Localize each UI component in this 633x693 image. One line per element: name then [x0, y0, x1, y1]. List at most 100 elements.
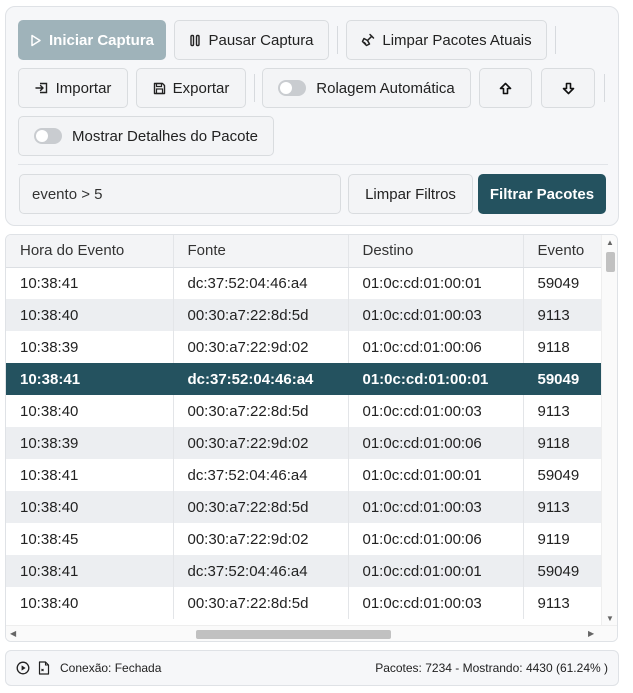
cell-source: dc:37:52:04:46:a4 [173, 555, 349, 587]
table-row[interactable]: 10:38:41 dc:37:52:04:46:a4 01:0c:cd:01:00:… [6, 459, 601, 491]
scroll-down-button[interactable] [541, 68, 595, 108]
cell-destination: 01:0c:cd:01:00:06 [348, 427, 524, 459]
import-button[interactable]: Importar [18, 68, 128, 108]
cell-source: 00:30:a7:22:8d:5d [173, 587, 349, 619]
toolbar-panel: Iniciar Captura Pausar Captura Limpar Pa… [5, 6, 619, 226]
table-row[interactable]: 10:38:40 00:30:a7:22:8d:5d 01:0c:cd:01:00:… [6, 299, 601, 331]
details-label: Mostrar Detalhes do Pacote [72, 127, 258, 145]
cell-source: dc:37:52:04:46:a4 [173, 363, 349, 395]
cell-event: 9113 [523, 587, 601, 619]
cell-destination: 01:0c:cd:01:00:03 [348, 587, 524, 619]
table-row[interactable]: 10:38:41 dc:37:52:04:46:a4 01:0c:cd:01:00:… [6, 555, 601, 587]
pause-capture-button[interactable]: Pausar Captura [174, 20, 329, 60]
cell-destination: 01:0c:cd:01:00:03 [348, 491, 524, 523]
arrow-down-icon [562, 82, 574, 94]
export-button[interactable]: Exportar [136, 68, 246, 108]
import-icon [34, 82, 47, 94]
cell-event: 9119 [523, 523, 601, 555]
horizontal-scroll-thumb[interactable] [196, 630, 391, 639]
import-label: Importar [55, 79, 112, 97]
scroll-up-button[interactable] [479, 68, 532, 108]
cell-destination: 01:0c:cd:01:00:01 [348, 363, 524, 395]
play-circle-icon[interactable] [16, 661, 30, 675]
toolbar-divider [555, 26, 556, 54]
horizontal-scrollbar[interactable]: ◀ ▶ [6, 625, 617, 641]
status-bar: Conexão: Fechada Pacotes: 7234 - Mostran… [5, 650, 619, 686]
cell-event: 59049 [523, 363, 601, 395]
cell-source: 00:30:a7:22:9d:02 [173, 331, 349, 363]
cell-event: 59049 [523, 555, 601, 587]
broom-icon [362, 33, 375, 47]
vertical-scroll-thumb[interactable] [606, 252, 615, 272]
table-row[interactable]: 10:38:41 dc:37:52:04:46:a4 01:0c:cd:01:00:… [6, 267, 601, 299]
start-capture-button[interactable]: Iniciar Captura [18, 20, 166, 60]
autoscroll-toggle[interactable]: Rolagem Automática [262, 68, 471, 108]
table-row[interactable]: 10:38:40 00:30:a7:22:8d:5d 01:0c:cd:01:00:… [6, 587, 601, 619]
scroll-right-arrow[interactable]: ▶ [588, 630, 594, 638]
cell-destination: 01:0c:cd:01:00:01 [348, 459, 524, 491]
table-row-selected[interactable]: 10:38:41 dc:37:52:04:46:a4 01:0c:cd:01:00:… [6, 363, 601, 395]
cell-time: 10:38:39 [6, 427, 174, 459]
cell-source: dc:37:52:04:46:a4 [173, 459, 349, 491]
cell-source: 00:30:a7:22:9d:02 [173, 523, 349, 555]
toolbar-divider [337, 26, 338, 54]
pause-icon [190, 34, 201, 46]
cell-event: 9118 [523, 331, 601, 363]
filter-packets-label: Filtrar Pacotes [489, 185, 595, 203]
clear-filters-button[interactable]: Limpar Filtros [348, 174, 473, 214]
toolbar-divider [604, 74, 605, 102]
scroll-left-arrow[interactable]: ◀ [10, 630, 16, 638]
packets-table-container: Hora do Evento Fonte Destino Evento 10:3… [5, 234, 618, 642]
export-label: Exportar [172, 79, 230, 97]
cell-source: 00:30:a7:22:8d:5d [173, 395, 349, 427]
column-header-event[interactable]: Evento [523, 235, 601, 268]
cell-destination: 01:0c:cd:01:00:01 [348, 267, 524, 299]
scroll-up-arrow[interactable]: ▲ [606, 239, 614, 247]
cell-time: 10:38:41 [6, 555, 174, 587]
column-header-source[interactable]: Fonte [173, 235, 349, 268]
cell-event: 59049 [523, 267, 601, 299]
cell-time: 10:38:40 [6, 395, 174, 427]
filter-packets-button[interactable]: Filtrar Pacotes [478, 174, 606, 214]
table-row[interactable]: 10:38:40 00:30:a7:22:8d:5d 01:0c:cd:01:00:… [6, 491, 601, 523]
cell-time: 10:38:40 [6, 299, 174, 331]
cell-event: 59049 [523, 459, 601, 491]
start-capture-label: Iniciar Captura [48, 31, 155, 49]
toolbar-filter-divider [18, 164, 608, 165]
cell-source: 00:30:a7:22:9d:02 [173, 427, 349, 459]
table-row[interactable]: 10:38:39 00:30:a7:22:9d:02 01:0c:cd:01:00:… [6, 331, 601, 363]
cell-time: 10:38:41 [6, 267, 174, 299]
table-row[interactable]: 10:38:40 00:30:a7:22:8d:5d 01:0c:cd:01:00:… [6, 395, 601, 427]
packet-summary: Pacotes: 7234 - Mostrando: 4430 (61.24% … [375, 661, 608, 675]
cell-destination: 01:0c:cd:01:00:03 [348, 299, 524, 331]
cell-time: 10:38:40 [6, 587, 174, 619]
cell-destination: 01:0c:cd:01:00:03 [348, 395, 524, 427]
file-icon[interactable] [38, 661, 50, 675]
cell-event: 9113 [523, 299, 601, 331]
details-toggle[interactable]: Mostrar Detalhes do Pacote [18, 116, 274, 156]
column-header-time[interactable]: Hora do Evento [6, 235, 174, 268]
cell-time: 10:38:45 [6, 523, 174, 555]
cell-event: 9113 [523, 491, 601, 523]
toolbar-divider [254, 74, 255, 102]
autoscroll-label: Rolagem Automática [316, 79, 455, 97]
table-row[interactable]: 10:38:39 00:30:a7:22:9d:02 01:0c:cd:01:00:… [6, 427, 601, 459]
packets-table: Hora do Evento Fonte Destino Evento 10:3… [6, 235, 601, 619]
column-header-destination[interactable]: Destino [348, 235, 524, 268]
cell-time: 10:38:40 [6, 491, 174, 523]
cell-source: 00:30:a7:22:8d:5d [173, 491, 349, 523]
details-switch[interactable] [34, 128, 63, 144]
filter-input[interactable] [19, 174, 341, 214]
cell-source: dc:37:52:04:46:a4 [173, 267, 349, 299]
vertical-scrollbar[interactable]: ▲ ▼ [601, 235, 617, 625]
cell-event: 9118 [523, 427, 601, 459]
scroll-down-arrow[interactable]: ▼ [606, 615, 614, 623]
cell-time: 10:38:41 [6, 459, 174, 491]
table-row[interactable]: 10:38:45 00:30:a7:22:9d:02 01:0c:cd:01:00:… [6, 523, 601, 555]
clear-packets-button[interactable]: Limpar Pacotes Atuais [346, 20, 547, 60]
cell-destination: 01:0c:cd:01:00:06 [348, 523, 524, 555]
cell-time: 10:38:39 [6, 331, 174, 363]
clear-packets-label: Limpar Pacotes Atuais [382, 31, 532, 49]
autoscroll-switch[interactable] [278, 80, 307, 96]
clear-filters-label: Limpar Filtros [365, 185, 456, 203]
